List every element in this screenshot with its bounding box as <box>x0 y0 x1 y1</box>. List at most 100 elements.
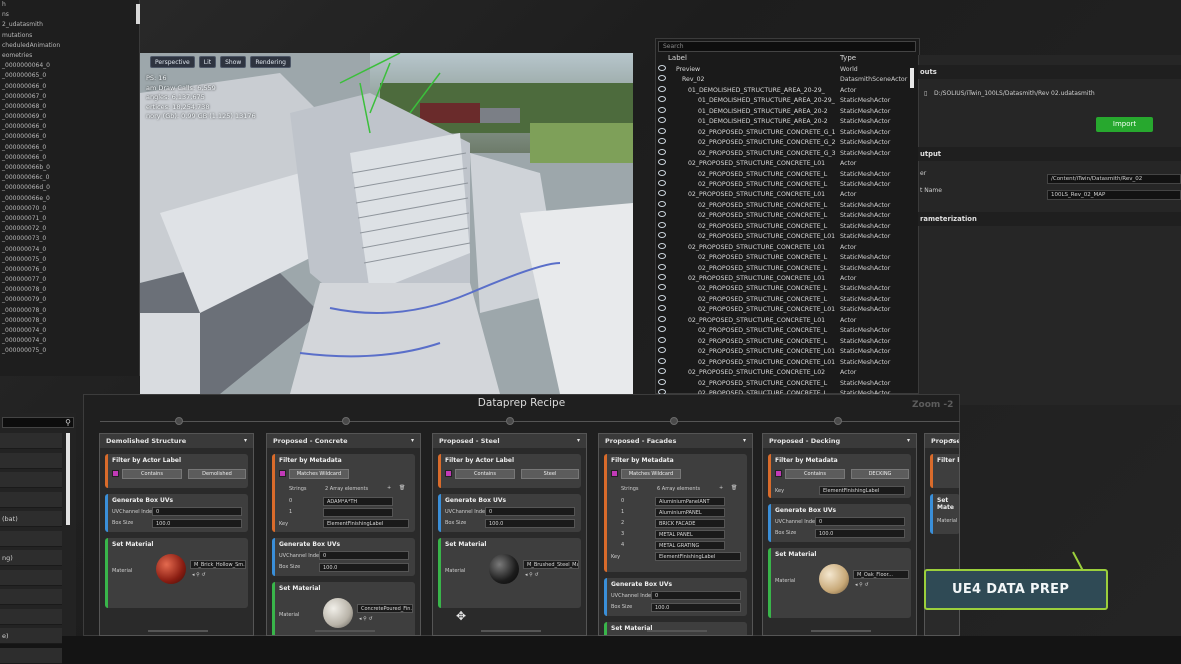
column-title[interactable]: Proposed - ▾ <box>925 434 959 459</box>
dataprep-action-column[interactable]: Demolished Structure ▾ Filter by Actor Lab… <box>99 433 254 636</box>
section-inputs[interactable]: outs <box>918 65 1181 79</box>
outliner-row[interactable]: 02_PROPOSED_STRUCTURE_CONCRETE_G_2 Static… <box>658 138 910 149</box>
outliner-row[interactable]: 02_PROPOSED_STRUCTURE_CONCRETE_L02 Actor <box>658 368 910 379</box>
visibility-eye-icon[interactable] <box>658 315 666 322</box>
column-title[interactable]: Demolished Structure ▾ <box>100 434 253 448</box>
type-column-header[interactable]: Type <box>840 54 856 62</box>
visibility-eye-icon[interactable] <box>658 284 666 291</box>
outliner-row[interactable]: 01_DEMOLISHED_STRUCTURE_AREA_20-29_ Stati… <box>658 96 910 107</box>
string-element-field[interactable]: AluminiumPanelANT <box>655 497 725 506</box>
visibility-eye-icon[interactable] <box>658 253 666 260</box>
outliner-left-row[interactable]: _000000074_0 <box>0 245 139 255</box>
visibility-eye-icon[interactable] <box>658 242 666 249</box>
outliner-row[interactable]: 01_DEMOLISHED_STRUCTURE_AREA_20-2 StaticM… <box>658 106 910 118</box>
dataprep-action-column[interactable]: Proposed - Steel ▾ Filter by Actor Label Co… <box>432 433 587 636</box>
string-element-field[interactable]: ADAM*A*TH <box>323 497 393 506</box>
outliner-row[interactable]: 02_PROPOSED_STRUCTURE_CONCRETE_L01 Actor <box>658 315 910 327</box>
track-node[interactable] <box>342 417 350 425</box>
outliner-left-row[interactable]: _000000066d_0 <box>0 183 139 193</box>
outliner-left-row[interactable]: _000000068_0 <box>0 102 139 112</box>
filter-mode-dropdown[interactable]: Contains <box>122 469 182 479</box>
section-output[interactable]: utput <box>918 147 1181 161</box>
material-name-field[interactable]: M_Brick_Hollow_Sm... <box>190 560 246 569</box>
uv-index-field[interactable]: 0 <box>651 591 741 600</box>
lower-left-item[interactable]: e) <box>0 628 62 644</box>
outliner-left-row[interactable]: _000000078_0 <box>0 306 139 316</box>
visibility-eye-icon[interactable] <box>658 211 666 218</box>
label-column-header[interactable]: Label <box>668 54 687 62</box>
outliner-left-row[interactable]: _000000066_0 <box>0 122 139 132</box>
outliner-row[interactable]: 02_PROPOSED_STRUCTURE_CONCRETE_L StaticMe… <box>658 263 910 275</box>
outliner-row[interactable]: 02_PROPOSED_STRUCTURE_CONCRETE_L01 Actor <box>658 274 910 285</box>
outliner-left-row[interactable]: _000000070_0 <box>0 204 139 214</box>
key-field[interactable]: ElementFinishingLabel <box>655 552 741 561</box>
filter-mode-dropdown[interactable]: Contains <box>455 469 515 479</box>
visibility-eye-icon[interactable] <box>658 263 666 270</box>
chevron-down-icon[interactable]: ▾ <box>577 434 580 448</box>
add-element-icon[interactable]: + <box>387 485 391 491</box>
outliner-row[interactable]: 02_PROPOSED_STRUCTURE_CONCRETE_G_3 Static… <box>658 148 910 160</box>
outliner-row[interactable]: 02_PROPOSED_STRUCTURE_CONCRETE_L StaticMe… <box>658 179 910 191</box>
filter-card[interactable]: Filter by M <box>930 454 959 488</box>
viewport-show-button[interactable]: Show <box>220 56 247 68</box>
outliner-row[interactable]: Preview World <box>658 65 910 76</box>
lower-left-search-input[interactable]: ⚲ <box>2 417 74 428</box>
outliner-row[interactable]: 02_PROPOSED_STRUCTURE_CONCRETE_L01 Static… <box>658 232 910 243</box>
material-thumbnail[interactable] <box>156 554 186 584</box>
dataprep-action-column[interactable]: Proposed - Concrete ▾ Filter by Metadata Ma… <box>266 433 421 636</box>
outliner-row[interactable]: 02_PROPOSED_STRUCTURE_CONCRETE_L StaticMe… <box>658 169 910 181</box>
outliner-row[interactable]: 01_DEMOLISHED_STRUCTURE_AREA_20-29_ Actor <box>658 85 910 97</box>
generate-box-uvs-card[interactable]: Generate Box UVs UVChannel Index 0 Box Size… <box>438 494 581 532</box>
track-node[interactable] <box>670 417 678 425</box>
box-size-field[interactable]: 100.0 <box>319 563 409 572</box>
generate-box-uvs-card[interactable]: Generate Box UVs UVChannel Index 0 Box Size… <box>272 538 415 576</box>
visibility-eye-icon[interactable] <box>658 274 666 280</box>
outliner-row[interactable]: 02_PROPOSED_STRUCTURE_CONCRETE_L StaticMe… <box>658 378 910 390</box>
visibility-eye-icon[interactable] <box>658 305 666 312</box>
outliner-left-row[interactable]: _000000066c_0 <box>0 173 139 183</box>
dataprep-action-column[interactable]: Proposed - Facades ▾ Filter by Metadata Mat… <box>598 433 753 636</box>
lower-left-item[interactable] <box>0 589 62 605</box>
visibility-eye-icon[interactable] <box>658 232 666 239</box>
import-button[interactable]: Import <box>1096 117 1153 132</box>
box-size-field[interactable]: 100.0 <box>152 519 242 528</box>
outliner-left-row[interactable]: ns <box>0 10 139 20</box>
outliner-left-row[interactable]: _000000073_0 <box>0 234 139 244</box>
outliner-left-row[interactable]: _000000066_0 <box>0 82 139 92</box>
outliner-row[interactable]: 02_PROPOSED_STRUCTURE_CONCRETE_L01 Actor <box>658 159 910 170</box>
box-size-field[interactable]: 100.0 <box>485 519 575 528</box>
material-thumbnail[interactable] <box>819 564 849 594</box>
outliner-left-row[interactable]: _000000078_0 <box>0 285 139 295</box>
lower-left-item[interactable]: ng) <box>0 550 62 566</box>
outliner-left-row[interactable]: _000000072_0 <box>0 224 139 234</box>
visibility-eye-icon[interactable] <box>658 169 666 176</box>
column-title[interactable]: Proposed - Steel ▾ <box>433 434 586 448</box>
visibility-eye-icon[interactable] <box>658 357 666 364</box>
outliner-left-row[interactable]: _000000067_0 <box>0 92 139 102</box>
material-name-field[interactable]: M_Oak_Floor... <box>853 570 909 579</box>
key-field[interactable]: ElementFinishingLabel <box>819 486 905 495</box>
generate-box-uvs-card[interactable]: Generate Box UVs UVChannel Index 0 Box Size… <box>105 494 248 532</box>
outliner-row[interactable]: 02_PROPOSED_STRUCTURE_CONCRETE_G_1 Static… <box>658 127 910 139</box>
add-element-icon[interactable]: + <box>719 485 723 491</box>
visibility-eye-icon[interactable] <box>658 75 666 82</box>
lower-left-item[interactable] <box>0 569 62 586</box>
outliner-left-row[interactable]: cheduledAnimation <box>0 41 139 51</box>
string-element-field[interactable]: BRICK FACADE <box>655 519 725 528</box>
set-material-card[interactable]: Set Mate Material <box>930 494 959 534</box>
folder-field[interactable]: /Content/iTwin/Datasmith/Rev_02 <box>1047 174 1181 184</box>
chevron-down-icon[interactable]: ▾ <box>743 434 746 448</box>
visibility-eye-icon[interactable] <box>658 179 666 186</box>
filter-mode-dropdown[interactable]: Matches Wildcard <box>621 469 681 479</box>
chevron-down-icon[interactable]: ▾ <box>411 434 414 448</box>
outliner-row[interactable]: 02_PROPOSED_STRUCTURE_CONCRETE_L01 Static… <box>658 347 910 358</box>
browse-icon[interactable]: ◂ ⚲ ↺ <box>525 572 539 578</box>
lower-left-item[interactable] <box>0 530 62 547</box>
lower-left-item[interactable] <box>0 472 62 488</box>
lower-left-item[interactable] <box>0 647 62 664</box>
material-thumbnail[interactable] <box>323 598 353 628</box>
delete-element-icon[interactable]: 🗑 <box>399 485 405 491</box>
outliner-left-row[interactable]: _000000069_0 <box>0 112 139 122</box>
section-parameterization[interactable]: rameterization <box>918 212 1181 226</box>
chevron-down-icon[interactable]: ▾ <box>907 434 910 448</box>
